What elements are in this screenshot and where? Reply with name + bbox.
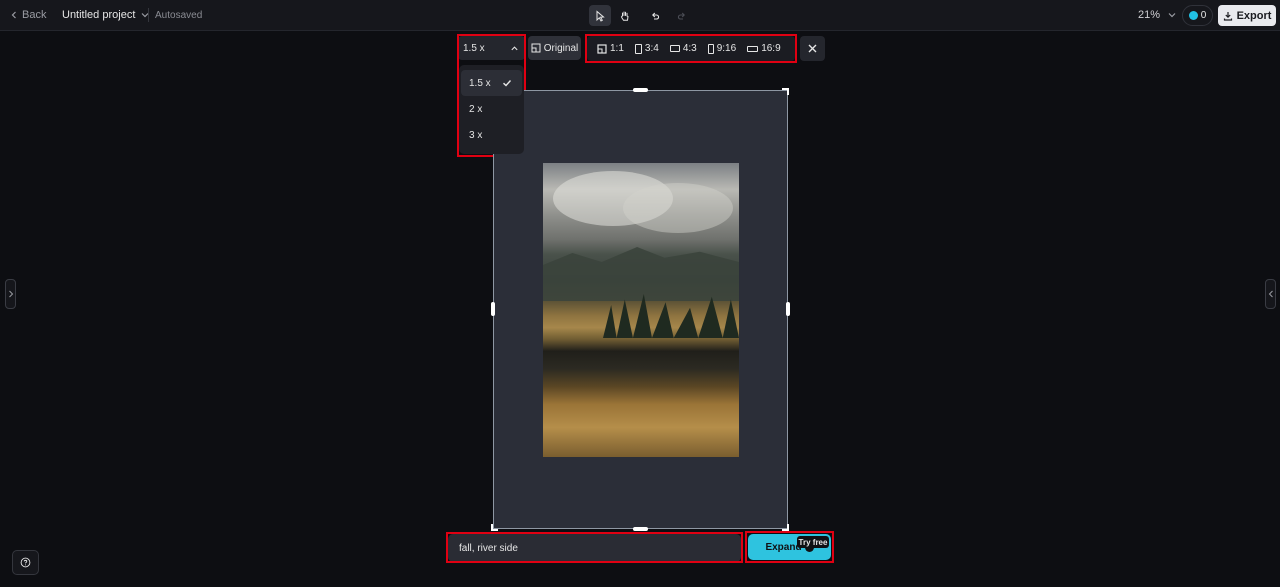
download-icon bbox=[1223, 11, 1232, 21]
chevron-down-icon bbox=[1168, 13, 1176, 18]
hand-tool-button[interactable] bbox=[614, 5, 636, 26]
aspect-label: 16:9 bbox=[761, 43, 781, 54]
aspect-label: 4:3 bbox=[682, 43, 697, 54]
hand-icon bbox=[621, 11, 629, 21]
chevron-left-icon bbox=[1268, 290, 1273, 298]
portrait-ratio-icon bbox=[634, 43, 642, 54]
chevron-left-icon bbox=[11, 11, 16, 19]
pointer-icon bbox=[596, 9, 605, 22]
option-label: 1.5 x bbox=[469, 77, 491, 89]
aspect-16-9-button[interactable]: 16:9 bbox=[747, 43, 781, 54]
check-icon bbox=[503, 80, 512, 87]
export-button[interactable]: Export bbox=[1218, 5, 1276, 26]
select-tool-button[interactable] bbox=[589, 5, 611, 26]
export-label: Export bbox=[1236, 9, 1272, 22]
credit-coin-icon bbox=[1188, 11, 1198, 20]
resize-handle-right[interactable] bbox=[786, 302, 790, 316]
scale-option-3x[interactable]: 3 x bbox=[461, 122, 522, 148]
landscape-ratio-icon bbox=[669, 45, 680, 52]
save-status: Autosaved bbox=[155, 10, 203, 21]
aspect-label: 1:1 bbox=[610, 43, 624, 54]
close-expand-button[interactable] bbox=[800, 36, 825, 61]
help-icon bbox=[20, 557, 31, 568]
aspect-label: 9:16 bbox=[716, 43, 737, 54]
wide-ratio-icon bbox=[747, 45, 759, 52]
resize-handle-left[interactable] bbox=[491, 302, 495, 316]
source-photo[interactable] bbox=[543, 163, 739, 457]
aspect-9-16-button[interactable]: 9:16 bbox=[707, 43, 737, 54]
resize-handle-corner[interactable] bbox=[782, 524, 789, 531]
aspect-3-4-button[interactable]: 3:4 bbox=[634, 43, 659, 54]
undo-icon bbox=[652, 12, 660, 20]
aspect-4-3-button[interactable]: 4:3 bbox=[669, 43, 697, 54]
aspect-ratio-group: 1:1 3:4 4:3 9:16 16:9 bbox=[587, 36, 795, 61]
resize-handle-top[interactable] bbox=[633, 88, 648, 92]
square-ratio-icon bbox=[597, 43, 607, 54]
back-button[interactable]: Back bbox=[10, 9, 46, 21]
prompt-input[interactable] bbox=[448, 534, 741, 562]
cloud-shape bbox=[623, 183, 733, 233]
resize-handle-corner[interactable] bbox=[491, 524, 498, 531]
redo-icon bbox=[677, 12, 685, 20]
aspect-label: 3:4 bbox=[644, 43, 659, 54]
original-ratio-button[interactable]: Original bbox=[528, 36, 581, 60]
aspect-1-1-button[interactable]: 1:1 bbox=[597, 43, 624, 54]
close-icon bbox=[808, 44, 817, 53]
resize-handle-corner[interactable] bbox=[782, 88, 789, 95]
original-label: Original bbox=[543, 42, 579, 54]
chevron-up-icon bbox=[511, 45, 518, 50]
help-button[interactable] bbox=[12, 550, 39, 575]
undo-button[interactable] bbox=[645, 5, 667, 26]
credits-count: 0 bbox=[1200, 10, 1207, 21]
original-ratio-icon bbox=[531, 43, 541, 53]
project-name: Untitled project bbox=[62, 9, 136, 21]
top-bar: Back Untitled project Autosaved 21% 0 Ex… bbox=[0, 0, 1280, 31]
zoom-dropdown[interactable]: 21% bbox=[1138, 9, 1177, 21]
mountain-shape bbox=[543, 247, 739, 301]
redo-button[interactable] bbox=[670, 5, 692, 26]
left-panel-toggle[interactable] bbox=[5, 279, 16, 309]
divider bbox=[148, 8, 149, 22]
right-panel-toggle[interactable] bbox=[1265, 279, 1276, 309]
back-label: Back bbox=[22, 9, 47, 21]
chevron-right-icon bbox=[8, 290, 13, 298]
project-name-dropdown[interactable]: Untitled project bbox=[62, 9, 150, 21]
option-label: 2 x bbox=[469, 103, 483, 115]
resize-handle-bottom[interactable] bbox=[633, 527, 648, 531]
scale-select[interactable]: 1.5 x bbox=[458, 36, 525, 60]
scale-selected-value: 1.5 x bbox=[463, 42, 485, 54]
credits-badge[interactable]: 0 bbox=[1182, 5, 1213, 26]
try-free-badge: Try free bbox=[797, 536, 829, 548]
scale-dropdown-menu: 1.5 x 2 x 3 x bbox=[459, 65, 524, 154]
scale-option-2x[interactable]: 2 x bbox=[461, 96, 522, 122]
scale-option-1-5x[interactable]: 1.5 x bbox=[461, 70, 522, 96]
option-label: 3 x bbox=[469, 129, 483, 141]
zoom-level: 21% bbox=[1138, 9, 1161, 21]
tall-ratio-icon bbox=[707, 43, 714, 54]
